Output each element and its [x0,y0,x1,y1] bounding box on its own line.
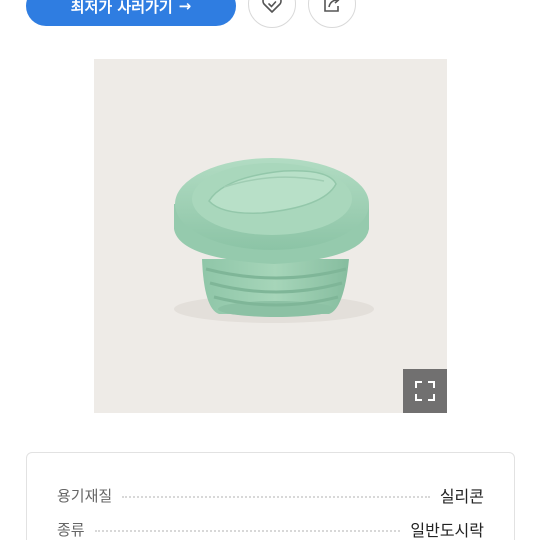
top-action-bar: 최저가 사러가기 → [0,0,540,28]
lowest-price-buy-button[interactable]: 최저가 사러가기 → [26,0,236,26]
heart-check-icon [262,0,282,13]
spec-label: 종류 [57,520,85,539]
arrow-right-icon: → [178,0,192,15]
share-button[interactable] [308,0,356,28]
expand-image-button[interactable] [403,369,447,413]
silicone-container-image [174,158,374,323]
spec-label: 용기재질 [57,486,113,505]
product-spec-card: 용기재질 실리콘 종류 일반도시락 [26,452,515,540]
cta-label: 최저가 사러가기 [70,0,173,16]
share-icon [324,0,340,12]
dotted-divider [122,496,430,498]
spec-value: 일반도시락 [410,521,484,540]
spec-value: 실리콘 [439,487,484,506]
expand-icon [415,381,435,401]
product-image[interactable] [94,59,447,413]
wishlist-button[interactable] [248,0,296,28]
spec-row-material: 용기재질 실리콘 [57,484,484,507]
spec-row-type: 종류 일반도시락 [57,518,484,540]
dotted-divider [94,530,401,532]
